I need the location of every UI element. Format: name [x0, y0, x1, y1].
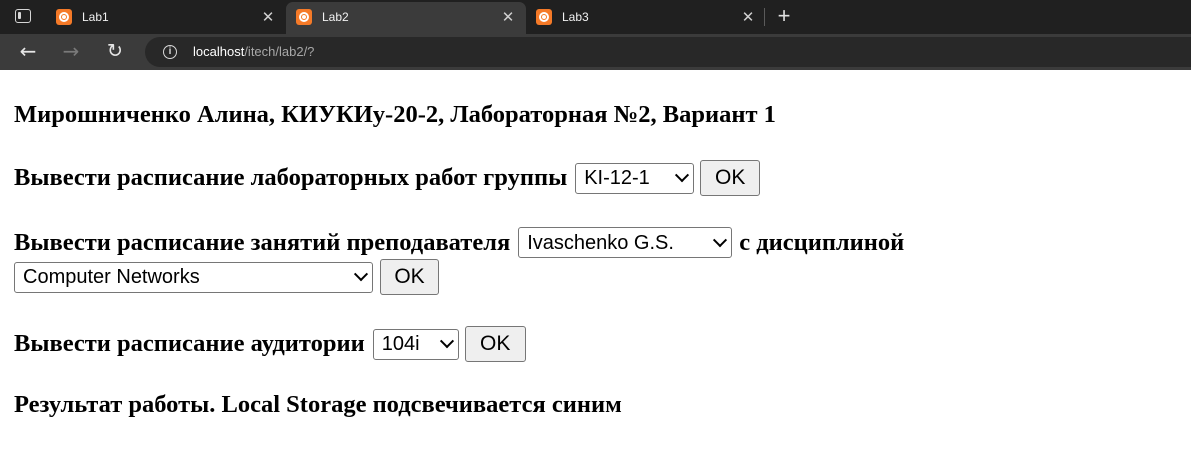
xampp-favicon-icon — [296, 9, 312, 25]
group-form-label: Вывести расписание лабораторных работ гр… — [14, 164, 568, 191]
close-tab-icon[interactable]: ✕ — [738, 8, 758, 28]
tab-title: Lab3 — [562, 10, 589, 24]
url-path: /itech/lab2/? — [244, 44, 315, 59]
chevron-down-icon — [353, 267, 369, 282]
new-tab-button[interactable]: + — [771, 4, 797, 30]
discipline-select-value: Computer Networks — [23, 265, 200, 288]
teacher-select-value: Ivaschenko G.S. — [527, 231, 674, 254]
close-tab-icon[interactable]: ✕ — [258, 8, 278, 28]
xampp-favicon-icon — [56, 9, 72, 25]
chevron-down-icon — [675, 168, 690, 183]
discipline-row: Computer Networks OK — [14, 259, 439, 295]
tab-lab1[interactable]: Lab1 ✕ — [46, 2, 286, 34]
back-icon[interactable]: ← — [15, 39, 41, 65]
tab-lab3[interactable]: Lab3 ✕ — [526, 2, 766, 34]
tab-title: Lab2 — [322, 10, 349, 24]
close-tab-icon[interactable]: ✕ — [498, 8, 518, 28]
reload-icon[interactable]: ↻ — [102, 39, 128, 65]
forward-icon[interactable]: → — [58, 39, 84, 65]
room-select-value: 104i — [381, 333, 420, 355]
room-ok-button[interactable]: OK — [464, 326, 526, 362]
group-select-value: KI-12-1 — [584, 167, 650, 189]
url-text[interactable]: localhost/itech/lab2/? — [193, 44, 314, 59]
chevron-down-icon — [439, 334, 454, 349]
result-heading: Результат работы. Local Storage подсвечи… — [14, 391, 622, 418]
tab-lab2[interactable]: Lab2 ✕ — [286, 2, 526, 34]
room-schedule-form: Вывести расписание аудитории 104i OK — [14, 326, 526, 362]
address-bar[interactable]: i localhost/itech/lab2/? — [145, 37, 1191, 67]
tab-bar: Lab1 ✕ Lab2 ✕ Lab3 ✕ + — [0, 0, 1191, 34]
page-content: Мирошниченко Алина, КИУКИу-20-2, Лаборат… — [0, 70, 1191, 469]
teacher-select[interactable]: Ivaschenko G.S. — [518, 227, 733, 258]
navigation-toolbar: ← → ↻ i localhost/itech/lab2/? — [0, 34, 1191, 70]
discipline-select[interactable]: Computer Networks — [14, 261, 373, 293]
teacher-schedule-form: Вывести расписание занятий преподавателя… — [14, 227, 904, 258]
group-schedule-form: Вывести расписание лабораторных работ гр… — [14, 160, 761, 196]
site-info-icon[interactable]: i — [163, 45, 177, 59]
xampp-favicon-icon — [536, 9, 552, 25]
tab-title: Lab1 — [82, 10, 109, 24]
group-select[interactable]: KI-12-1 — [575, 162, 695, 194]
chevron-down-icon — [713, 232, 728, 247]
tab-actions-icon[interactable] — [15, 9, 31, 23]
room-select[interactable]: 104i — [372, 328, 459, 360]
tab-divider — [764, 8, 765, 26]
group-ok-button[interactable]: OK — [700, 160, 761, 196]
url-host: localhost — [193, 44, 245, 59]
page-title: Мирошниченко Алина, КИУКИу-20-2, Лаборат… — [14, 101, 776, 128]
teacher-ok-button[interactable]: OK — [380, 259, 439, 295]
room-form-label: Вывести расписание аудитории — [14, 330, 365, 357]
teacher-form-label: Вывести расписание занятий преподавателя — [14, 228, 511, 256]
discipline-label: с дисциплиной — [739, 228, 905, 256]
